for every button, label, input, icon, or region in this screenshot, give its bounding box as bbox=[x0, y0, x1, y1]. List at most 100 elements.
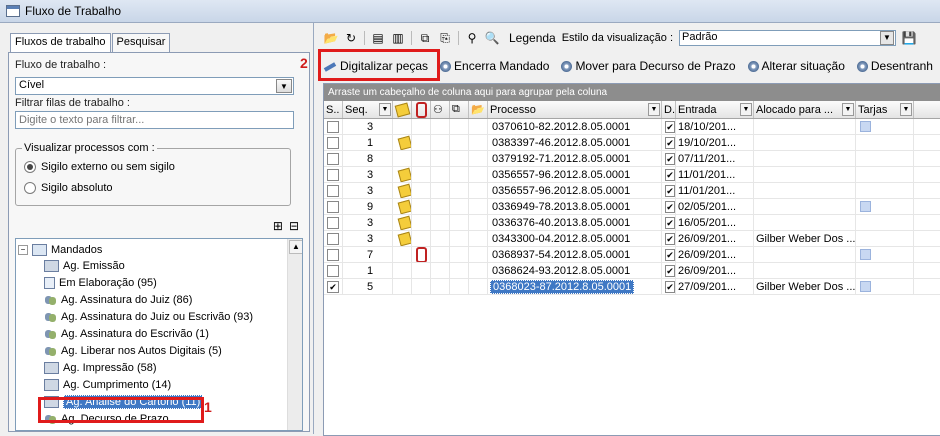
note-cell[interactable] bbox=[393, 247, 412, 262]
clip-cell[interactable] bbox=[412, 263, 431, 278]
row-select-cell[interactable] bbox=[324, 183, 343, 198]
note-cell[interactable] bbox=[393, 135, 412, 150]
note-icon[interactable] bbox=[397, 231, 411, 246]
d-checkbox[interactable] bbox=[665, 232, 675, 245]
radio-external[interactable]: Sigilo externo ou sem sigilo bbox=[24, 161, 175, 173]
d-checkbox[interactable] bbox=[665, 200, 675, 213]
d-checkbox[interactable] bbox=[665, 248, 675, 261]
clip-cell[interactable] bbox=[412, 119, 431, 134]
columns-icon[interactable]: ▥ bbox=[391, 31, 405, 45]
row-select-cell[interactable] bbox=[324, 231, 343, 246]
scroll-up-icon[interactable]: ▲ bbox=[289, 240, 302, 254]
note-cell[interactable] bbox=[393, 263, 412, 278]
processo-cell[interactable]: 0336376-40.2013.8.05.0001 bbox=[488, 215, 662, 230]
col-alocado[interactable]: Alocado para ... ▼ bbox=[754, 101, 856, 118]
note-icon[interactable] bbox=[397, 167, 411, 182]
processo-value[interactable]: 0368937-54.2012.8.05.0001 bbox=[490, 249, 632, 261]
row-select-cell[interactable] bbox=[324, 135, 343, 150]
clip-cell[interactable] bbox=[412, 231, 431, 246]
row-checkbox[interactable] bbox=[327, 184, 339, 197]
tree-item[interactable]: Ag. Assinatura do Juiz ou Escrivão (93) bbox=[44, 309, 253, 325]
table-row[interactable]: 1 0368624-93.2012.8.05.0001 26/09/201... bbox=[324, 263, 940, 279]
row-checkbox[interactable] bbox=[327, 200, 339, 213]
processo-cell[interactable]: 0368937-54.2012.8.05.0001 bbox=[488, 247, 662, 262]
note-cell[interactable] bbox=[393, 199, 412, 214]
row-select-cell[interactable] bbox=[324, 215, 343, 230]
clip-cell[interactable] bbox=[412, 167, 431, 182]
clip-cell[interactable] bbox=[412, 215, 431, 230]
radio-off-icon[interactable] bbox=[24, 182, 36, 194]
tree-scrollbar[interactable]: ▲ bbox=[287, 239, 302, 430]
group-by-area[interactable]: Arraste um cabeçalho de coluna aqui para… bbox=[324, 84, 940, 101]
processo-value[interactable]: 0356557-96.2012.8.05.0001 bbox=[490, 185, 632, 197]
d-checkbox[interactable] bbox=[665, 280, 675, 293]
search-icon[interactable]: 🔍 bbox=[485, 31, 500, 45]
tab-pesquisar[interactable]: Pesquisar bbox=[111, 33, 171, 52]
d-checkbox[interactable] bbox=[665, 184, 675, 197]
processo-cell[interactable]: 0356557-96.2012.8.05.0001 bbox=[488, 167, 662, 182]
row-select-cell[interactable] bbox=[324, 263, 343, 278]
radio-absolute[interactable]: Sigilo absoluto bbox=[24, 182, 113, 194]
col-tarjas[interactable]: Tarjas ▼ bbox=[856, 101, 914, 118]
d-cell[interactable] bbox=[662, 247, 676, 262]
row-select-cell[interactable] bbox=[324, 279, 343, 294]
note-cell[interactable] bbox=[393, 231, 412, 246]
filter-dropdown-icon[interactable]: ▼ bbox=[379, 103, 391, 116]
processo-value[interactable]: 0356557-96.2012.8.05.0001 bbox=[490, 169, 632, 181]
style-select[interactable]: Padrão ▼ bbox=[679, 30, 896, 46]
clip-icon[interactable] bbox=[416, 247, 427, 262]
processo-cell[interactable]: 0370610-82.2012.8.05.0001 bbox=[488, 119, 662, 134]
col-entrada[interactable]: Entrada ▼ bbox=[676, 101, 754, 118]
tree-root[interactable]: − Mandados bbox=[18, 242, 102, 258]
processo-cell[interactable]: 0368023-87.2012.8.05.0001 bbox=[488, 279, 662, 294]
clip-cell[interactable] bbox=[412, 135, 431, 150]
row-select-cell[interactable] bbox=[324, 119, 343, 134]
note-cell[interactable] bbox=[393, 215, 412, 230]
note-cell[interactable] bbox=[393, 183, 412, 198]
row-checkbox[interactable] bbox=[327, 152, 339, 165]
col-folder[interactable]: 📂 bbox=[469, 101, 488, 118]
legend-button[interactable]: Legenda bbox=[509, 31, 556, 45]
d-cell[interactable] bbox=[662, 119, 676, 134]
d-cell[interactable] bbox=[662, 135, 676, 150]
table-row[interactable]: 3 0356557-96.2012.8.05.0001 11/01/201... bbox=[324, 183, 940, 199]
copy-icon[interactable]: ⧉ bbox=[418, 31, 432, 45]
filter-dropdown-icon[interactable]: ▼ bbox=[842, 103, 854, 116]
expand-tree-icon[interactable]: ⊞ bbox=[273, 219, 283, 233]
col-clip[interactable] bbox=[412, 101, 431, 118]
processo-cell[interactable]: 0368624-93.2012.8.05.0001 bbox=[488, 263, 662, 278]
processo-value[interactable]: 0368023-87.2012.8.05.0001 bbox=[490, 279, 635, 294]
table-row[interactable]: 5 0368023-87.2012.8.05.0001 27/09/201... Gi… bbox=[324, 279, 940, 295]
table-row[interactable]: 3 0336376-40.2013.8.05.0001 16/05/201... bbox=[324, 215, 940, 231]
save-icon[interactable]: 💾 bbox=[902, 31, 917, 45]
note-icon[interactable] bbox=[397, 199, 411, 214]
d-cell[interactable] bbox=[662, 183, 676, 198]
d-checkbox[interactable] bbox=[665, 120, 675, 133]
processo-value[interactable]: 0336376-40.2013.8.05.0001 bbox=[490, 217, 632, 229]
tree-item[interactable]: Ag. Assinatura do Juiz (86) bbox=[44, 292, 192, 308]
clip-cell[interactable] bbox=[412, 199, 431, 214]
d-cell[interactable] bbox=[662, 263, 676, 278]
clip-cell[interactable] bbox=[412, 151, 431, 166]
d-cell[interactable] bbox=[662, 279, 676, 294]
tab-fluxos[interactable]: Fluxos de trabalho bbox=[10, 33, 111, 52]
row-checkbox[interactable] bbox=[327, 216, 339, 229]
tree-item[interactable]: Ag. Impressão (58) bbox=[44, 360, 157, 376]
note-cell[interactable] bbox=[393, 279, 412, 294]
row-checkbox[interactable] bbox=[327, 264, 339, 277]
layout-icon[interactable]: ▤ bbox=[371, 31, 385, 45]
note-icon[interactable] bbox=[397, 183, 411, 198]
processo-cell[interactable]: 0379192-71.2012.8.05.0001 bbox=[488, 151, 662, 166]
chevron-down-icon[interactable]: ▼ bbox=[880, 31, 894, 45]
row-checkbox[interactable] bbox=[327, 168, 339, 181]
note-cell[interactable] bbox=[393, 119, 412, 134]
col-link[interactable]: ⧉ bbox=[450, 101, 469, 118]
col-d[interactable]: D. bbox=[662, 101, 676, 118]
collapse-tree-icon[interactable]: ⊟ bbox=[289, 219, 299, 233]
note-cell[interactable] bbox=[393, 167, 412, 182]
row-select-cell[interactable] bbox=[324, 151, 343, 166]
processo-value[interactable]: 0368624-93.2012.8.05.0001 bbox=[490, 265, 632, 277]
clip-cell[interactable] bbox=[412, 247, 431, 262]
collapse-icon[interactable]: − bbox=[18, 245, 28, 255]
filter-dropdown-icon[interactable]: ▼ bbox=[740, 103, 752, 116]
